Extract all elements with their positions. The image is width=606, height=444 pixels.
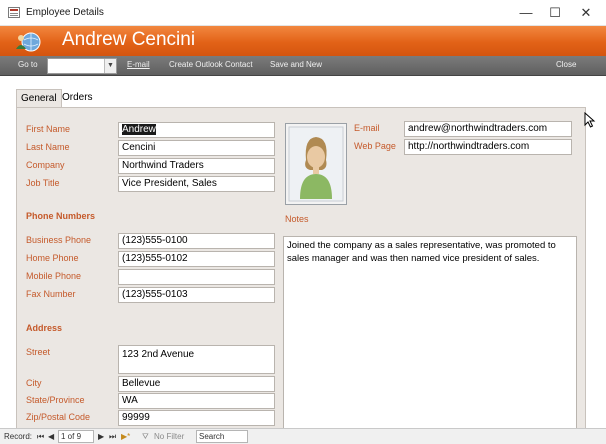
form-body: General Orders First Name Andrew Last Na… (0, 77, 606, 428)
no-filter-button[interactable]: No Filter (154, 432, 184, 441)
company-field[interactable]: Northwind Traders (118, 158, 275, 174)
email-button[interactable]: E-mail (127, 60, 150, 69)
next-record-button[interactable]: ▶ (98, 432, 104, 441)
person-silhouette-icon (288, 126, 344, 202)
create-outlook-contact-button[interactable]: Create Outlook Contact (169, 60, 253, 69)
first-name-value: Andrew (122, 124, 156, 135)
mouse-pointer-icon (584, 112, 596, 128)
home-phone-label: Home Phone (26, 253, 79, 263)
fax-number-field[interactable]: (123)555-0103 (118, 287, 275, 303)
zip-postal-code-label: Zip/Postal Code (26, 412, 91, 422)
tab-orders[interactable]: Orders (58, 89, 97, 107)
email-label: E-mail (354, 123, 380, 133)
form-app-icon (8, 7, 20, 18)
street-field[interactable]: 123 2nd Avenue (118, 345, 275, 374)
state-province-field[interactable]: WA (118, 393, 275, 409)
city-label: City (26, 378, 42, 388)
last-name-field[interactable]: Cencini (118, 140, 275, 156)
record-navigation-bar: Record: ⏮ ◀ 1 of 9 ▶ ⏭ ▶* ⛛ No Filter Se… (0, 428, 606, 444)
employee-photo[interactable] (285, 123, 347, 205)
chevron-down-icon[interactable]: ▼ (104, 59, 116, 73)
job-title-label: Job Title (26, 178, 60, 188)
email-field[interactable]: andrew@northwindtraders.com (404, 121, 572, 137)
record-position-input[interactable]: 1 of 9 (58, 430, 94, 443)
goto-label: Go to (18, 60, 38, 69)
phone-numbers-heading: Phone Numbers (26, 211, 96, 221)
mobile-phone-label: Mobile Phone (26, 271, 82, 281)
window-title: Employee Details (26, 7, 104, 18)
close-form-button[interactable]: Close (556, 60, 576, 69)
general-tab-panel: First Name Andrew Last Name Cencini Comp… (16, 107, 586, 428)
first-name-field[interactable]: Andrew (118, 122, 275, 138)
record-label: Record: (4, 432, 33, 441)
previous-record-button[interactable]: ◀ (48, 432, 54, 441)
job-title-field[interactable]: Vice President, Sales (118, 176, 275, 192)
notes-field[interactable]: Joined the company as a sales representa… (283, 236, 577, 428)
form-header: Andrew Cencini (0, 26, 606, 56)
business-phone-label: Business Phone (26, 235, 92, 245)
last-record-button[interactable]: ⏭ (109, 432, 116, 442)
new-record-button[interactable]: ▶* (121, 432, 130, 441)
street-label: Street (26, 347, 51, 357)
company-label: Company (26, 160, 65, 170)
web-page-field[interactable]: http://northwindtraders.com (404, 139, 572, 155)
mobile-phone-field[interactable] (118, 269, 275, 285)
globe-people-icon (16, 32, 41, 52)
zip-postal-code-field[interactable]: 99999 (118, 410, 275, 426)
close-window-button[interactable]: ✕ (572, 3, 600, 23)
minimize-button[interactable]: — (512, 3, 540, 23)
maximize-button[interactable]: ☐ (541, 3, 569, 23)
address-heading: Address (26, 323, 63, 333)
last-name-label: Last Name (26, 142, 70, 152)
notes-label: Notes (285, 214, 309, 224)
first-name-label: First Name (26, 124, 71, 134)
city-field[interactable]: Bellevue (118, 376, 275, 392)
search-input[interactable]: Search (196, 430, 248, 443)
first-record-button[interactable]: ⏮ (37, 432, 44, 442)
record-name-heading: Andrew Cencini (62, 29, 196, 50)
window-titlebar: Employee Details — ☐ ✕ (0, 0, 606, 26)
web-page-label: Web Page (354, 141, 396, 151)
form-toolbar: Go to ▼ E-mail Create Outlook Contact Sa… (0, 56, 606, 76)
filter-icon: ⛛ (142, 432, 149, 441)
state-province-label: State/Province (26, 395, 85, 405)
save-and-new-button[interactable]: Save and New (270, 60, 322, 69)
business-phone-field[interactable]: (123)555-0100 (118, 233, 275, 249)
tab-general[interactable]: General (16, 89, 62, 107)
home-phone-field[interactable]: (123)555-0102 (118, 251, 275, 267)
fax-number-label: Fax Number (26, 289, 76, 299)
goto-combobox[interactable]: ▼ (47, 58, 117, 74)
